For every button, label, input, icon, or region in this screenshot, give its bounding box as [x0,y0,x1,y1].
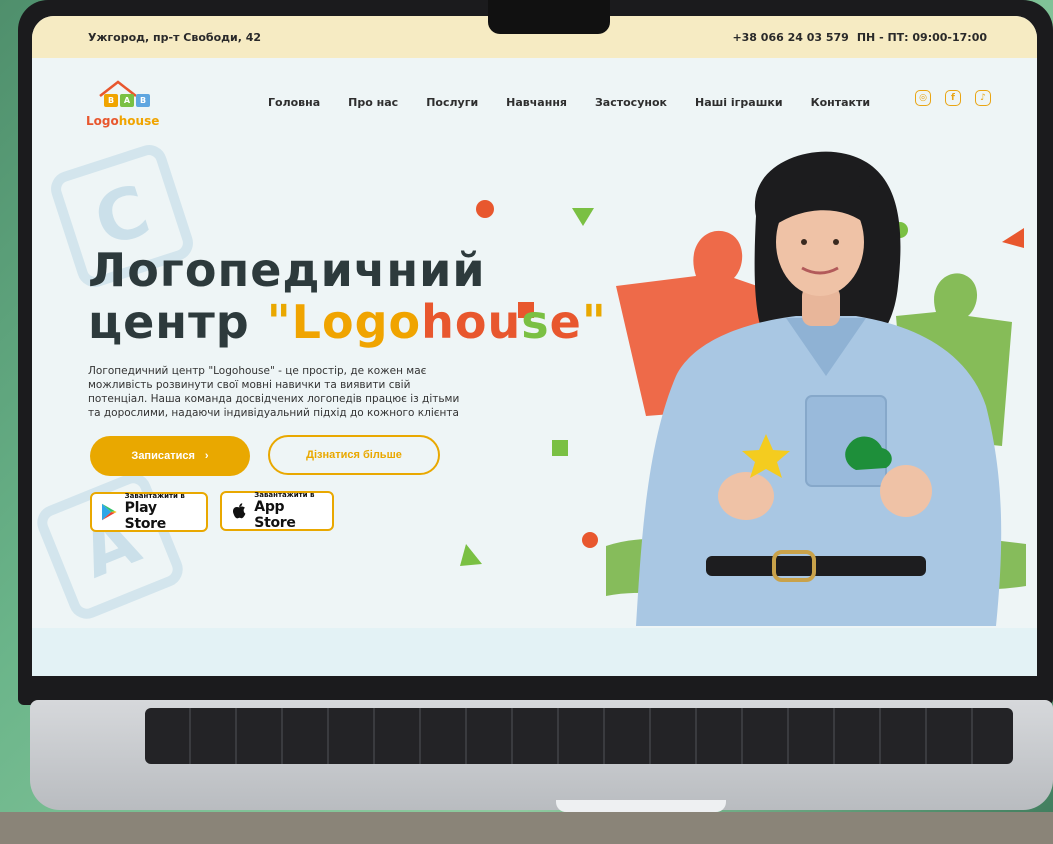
logo-text-part1: Logo [86,114,119,128]
hero-title-line1: Логопедичний [88,243,486,297]
main-nav: Головна Про нас Послуги Навчання Застосу… [268,96,870,109]
logo-block: A [120,94,134,107]
hero-brand-name: "Logohouse" [267,295,607,349]
signup-button[interactable]: Записатися › [90,436,250,476]
brand-letter: s [521,295,550,349]
hero-title: Логопедичний центр "Logohouse" [88,244,607,348]
brand-quote-open: " [266,295,292,349]
triangle-decoration [460,544,482,566]
logo-text: Logohouse [86,114,159,128]
logo-block: B [104,94,118,107]
play-store-small-label: Завантажити в [124,492,185,500]
chevron-right-icon: › [204,450,209,462]
site-header: B A B Logohouse Головна Про нас Послуги … [32,76,1037,136]
instagram-icon[interactable]: ◎ [915,90,931,106]
website-screen: Ужгород, пр-т Свободи, 42 +38 066 24 03 … [32,16,1037,676]
apple-icon [232,503,246,519]
logo[interactable]: B A B Logohouse [86,80,166,130]
logo-block: B [136,94,150,107]
nav-item-home[interactable]: Головна [268,96,320,109]
circle-decoration [476,200,494,218]
nav-item-contacts[interactable]: Контакти [811,96,871,109]
brand-letter: o [388,295,422,349]
brand-letter: h [421,295,455,349]
triangle-decoration [572,208,594,226]
nav-item-about[interactable]: Про нас [348,96,398,109]
phone-link[interactable]: +38 066 24 03 579 [732,31,848,44]
signup-button-label: Записатися [131,450,195,462]
play-store-button[interactable]: Завантажити в Play Store [90,492,208,532]
nav-item-services[interactable]: Послуги [426,96,478,109]
facebook-icon[interactable]: f [945,90,961,106]
circle-decoration [582,532,598,548]
play-store-label: Play Store [124,500,167,532]
logo-text-part2: house [118,114,160,128]
nav-item-app[interactable]: Застосунок [595,96,667,109]
social-links: ◎ f ♪ [915,90,991,106]
working-hours: ПН - ПТ: 09:00-17:00 [856,30,987,44]
brand-letter: g [354,295,389,349]
logo-blocks: B A B [104,94,150,107]
table-surface [0,812,1053,844]
learn-more-button[interactable]: Дізнатися більше [268,435,440,475]
brand-letter: o [454,295,488,349]
brand-letter: e [549,295,582,349]
camera-notch [488,0,610,34]
contact-info: +38 066 24 03 579 ПН - ПТ: 09:00-17:00 [732,31,987,44]
hero-title-line2: центр "Logohouse" [88,296,607,348]
app-store-button[interactable]: Завантажити в App Store [220,491,334,531]
laptop-keyboard [145,708,1013,764]
laptop-hinge-notch [556,800,726,812]
speech-therapist-photo [606,151,1026,626]
brand-letter: o [321,295,355,349]
hero-title-center: центр [88,295,250,349]
section-divider [32,628,1037,676]
brand-letter: L [291,295,322,349]
brand-letter: u [487,295,522,349]
brand-quote-close: " [581,295,607,349]
nav-item-toys[interactable]: Наші іграшки [695,96,783,109]
address-text: Ужгород, пр-т Свободи, 42 [88,30,262,44]
square-decoration [552,440,568,456]
google-play-icon [102,503,117,521]
tiktok-icon[interactable]: ♪ [975,90,991,106]
app-store-label: App Store [254,499,296,531]
app-store-small-label: Завантажити в [254,491,315,499]
hero-description: Логопедичний центр "Logohouse" - це прос… [88,365,460,419]
nav-item-training[interactable]: Навчання [506,96,567,109]
